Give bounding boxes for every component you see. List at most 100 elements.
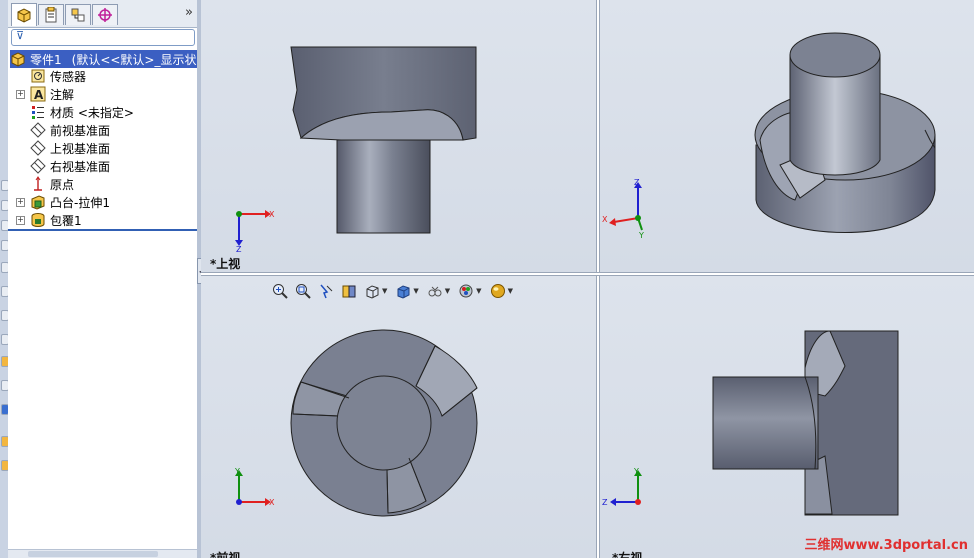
expand-toggle[interactable]: + <box>16 216 25 225</box>
plane-icon <box>30 140 46 156</box>
tab-property-manager[interactable] <box>38 4 64 25</box>
origin-icon <box>30 176 46 192</box>
zoom-to-area-icon <box>296 284 311 299</box>
isometric-view-model <box>754 32 936 233</box>
apply-scene-button[interactable] <box>488 282 508 300</box>
tree-item-label: 上视基准面 <box>50 141 111 156</box>
viewport-label: *前视 <box>210 551 241 558</box>
feature-manager-panel: » ⊽ 零件1 (默认<<默认>_显示状态 传感器 + A 注解 材质 <未指定… <box>8 0 198 558</box>
tree-item-right-plane[interactable]: 右视基准面 <box>30 157 110 175</box>
axis-label: Y <box>638 231 644 240</box>
expand-toggle[interactable]: + <box>16 90 25 99</box>
chevron-down-icon[interactable]: ▼ <box>413 287 418 295</box>
tree-item-boss-extrude[interactable]: 凸台-拉伸1 <box>30 193 110 211</box>
plane-icon <box>30 158 46 174</box>
feature-manager-icon <box>17 8 31 23</box>
viewport-front[interactable]: X Y *前视 <box>201 276 596 558</box>
tree-item-label: 包覆1 <box>50 213 82 228</box>
tree-item-origin[interactable]: 原点 <box>30 175 74 193</box>
viewport-isometric[interactable]: Z X Y <box>600 0 974 272</box>
chevron-down-icon[interactable]: ▼ <box>476 287 481 295</box>
tree-item-label: 材质 <未指定> <box>50 105 134 120</box>
viewport-top[interactable]: X Z *上视 <box>201 0 596 272</box>
zoom-to-fit-icon <box>273 284 288 299</box>
tree-item-front-plane[interactable]: 前视基准面 <box>30 121 110 139</box>
boss-extrude-icon <box>30 194 46 210</box>
view-orientation-icon <box>366 285 379 299</box>
tree-horizontal-scrollbar[interactable] <box>8 549 197 558</box>
hide-show-items-button[interactable] <box>425 282 445 300</box>
viewport-divider-vertical[interactable] <box>596 0 600 558</box>
sensor-icon <box>30 68 46 84</box>
chevron-down-icon[interactable]: ▼ <box>445 287 450 295</box>
scene-icon <box>490 284 505 298</box>
configuration-manager-icon <box>71 8 85 22</box>
axis-label: Z <box>602 498 608 507</box>
tree-item-label: 注解 <box>50 87 75 102</box>
section-view-button[interactable] <box>339 282 359 300</box>
watermark-text: 三维网www.3dportal.cn <box>804 538 968 553</box>
axis-triad: Z X Y <box>602 178 644 240</box>
view-orientation-button[interactable] <box>362 282 382 300</box>
tree-item-material[interactable]: 材质 <未指定> <box>30 103 134 121</box>
viewport-right[interactable]: Z Y *右视 <box>600 276 974 558</box>
tree-item-label: 凸台-拉伸1 <box>50 195 110 210</box>
expand-panel-button[interactable]: » <box>185 5 193 20</box>
previous-view-button[interactable] <box>316 282 336 300</box>
tree-item-label: 前视基准面 <box>50 123 111 138</box>
viewport-divider-horizontal[interactable] <box>201 272 974 276</box>
viewport-label: *上视 <box>210 257 241 271</box>
display-style-icon <box>397 285 410 299</box>
axis-label: Y <box>234 467 240 476</box>
wrap-icon <box>30 212 46 228</box>
axis-triad: X Z <box>235 210 275 254</box>
axis-label: Z <box>634 178 640 187</box>
display-style-button[interactable] <box>393 282 413 300</box>
svg-text:A: A <box>34 88 44 102</box>
dimxpert-icon <box>98 8 112 22</box>
tree-filter-input[interactable]: ⊽ <box>11 29 195 46</box>
tree-item-annotations[interactable]: A 注解 <box>30 85 74 103</box>
scrollbar-thumb[interactable] <box>28 551 158 557</box>
chevron-down-icon[interactable]: ▼ <box>508 287 513 295</box>
plane-icon <box>30 122 46 138</box>
edit-appearance-button[interactable] <box>456 282 476 300</box>
viewport-label: *右视 <box>612 551 643 558</box>
axis-triad: Z Y <box>602 467 642 507</box>
tab-dimxpert-manager[interactable] <box>92 4 118 25</box>
axis-label: X <box>269 210 275 219</box>
heads-up-view-toolbar: ▼ ▼ ▼ ▼ ▼ <box>270 281 519 301</box>
filter-icon: ⊽ <box>16 29 25 42</box>
axis-label: Z <box>236 245 242 254</box>
annotation-icon: A <box>30 86 46 102</box>
part-configuration: (默认<<默认>_显示状态 <box>71 52 198 67</box>
tree-root-part[interactable]: 零件1 (默认<<默认>_显示状态 <box>10 50 197 68</box>
axis-triad: X Y <box>234 467 275 507</box>
tree-item-label: 右视基准面 <box>50 159 111 174</box>
material-icon <box>30 104 46 120</box>
tree-item-label: 原点 <box>50 177 75 192</box>
zoom-to-fit-button[interactable] <box>270 282 290 300</box>
axis-label: X <box>602 215 608 224</box>
tree-item-wrap[interactable]: 包覆1 <box>30 211 82 229</box>
expand-toggle[interactable]: + <box>16 198 25 207</box>
part-name: 零件1 <box>30 52 62 67</box>
axis-label: Y <box>633 467 639 476</box>
hide-show-icon <box>428 286 442 297</box>
axis-label: X <box>269 498 275 507</box>
tree-rollback-bar[interactable] <box>8 229 197 231</box>
section-view-icon <box>342 285 356 298</box>
zoom-to-area-button[interactable] <box>293 282 313 300</box>
tab-feature-manager[interactable] <box>11 3 37 26</box>
previous-view-icon <box>320 284 333 299</box>
tree-item-sensors[interactable]: 传感器 <box>30 67 86 85</box>
chevron-down-icon[interactable]: ▼ <box>382 287 387 295</box>
right-view-model <box>712 330 899 516</box>
appearance-icon <box>459 284 473 298</box>
part-icon <box>10 51 26 67</box>
manager-tab-bar: » <box>8 0 197 28</box>
tree-item-top-plane[interactable]: 上视基准面 <box>30 139 110 157</box>
tab-configuration-manager[interactable] <box>65 4 91 25</box>
tree-item-label: 传感器 <box>50 69 87 84</box>
property-manager-icon <box>45 7 57 23</box>
